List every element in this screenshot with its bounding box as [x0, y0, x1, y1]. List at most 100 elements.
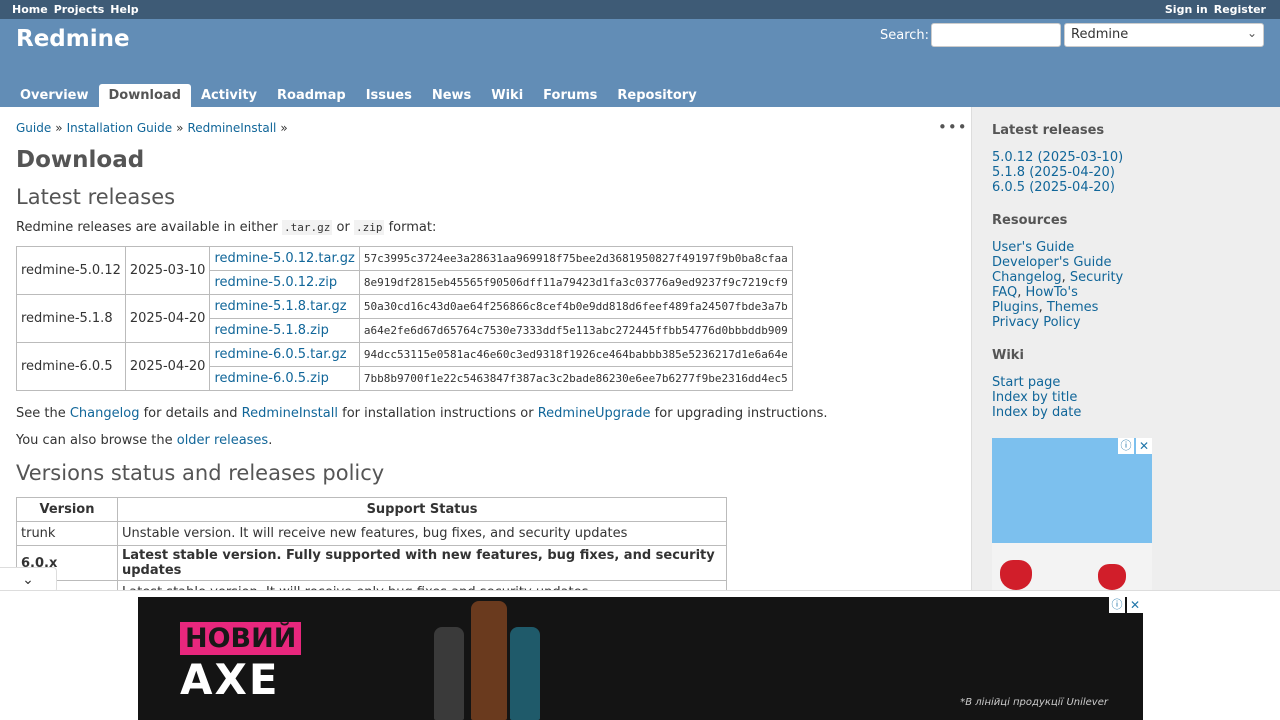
- project-select[interactable]: Redmine ⌄: [1064, 23, 1264, 47]
- column-header: Support Status: [117, 497, 727, 522]
- breadcrumb-separator: »: [55, 121, 63, 135]
- sidebar-wiki-link[interactable]: Index by date: [992, 405, 1081, 420]
- tab-issues[interactable]: Issues: [356, 84, 422, 107]
- search-label: Search:: [880, 28, 930, 43]
- release-file-link[interactable]: redmine-6.0.5.tar.gz: [214, 347, 346, 362]
- release-date: 2025-04-20: [124, 294, 211, 343]
- release-file-cell: redmine-6.0.5.tar.gz: [209, 342, 360, 367]
- sidebar-resource-link[interactable]: Changelog: [992, 270, 1062, 285]
- search-input[interactable]: [931, 23, 1061, 47]
- sidebar-ad[interactable]: ⓘ ✕: [992, 438, 1152, 598]
- ad-info-icon[interactable]: ⓘ: [1109, 597, 1125, 613]
- release-version: redmine-5.0.12: [16, 246, 126, 295]
- sidebar-resource-item: Developer's Guide: [992, 255, 1260, 270]
- ad-close-icon[interactable]: ✕: [1136, 438, 1152, 454]
- sidebar-resource-item: Privacy Policy: [992, 315, 1260, 330]
- older-releases-link[interactable]: older releases: [177, 433, 268, 448]
- tab-forums[interactable]: Forums: [533, 84, 607, 107]
- table-row: redmine-5.0.12 2025-03-10 redmine-5.0.12.t…: [16, 246, 793, 295]
- sidebar-resource-link[interactable]: FAQ: [992, 285, 1017, 300]
- sidebar-release-link[interactable]: 5.1.8 (2025-04-20): [992, 165, 1115, 180]
- tab-activity[interactable]: Activity: [191, 84, 267, 107]
- ad-info-icon[interactable]: ⓘ: [1118, 438, 1134, 454]
- tab-repository[interactable]: Repository: [607, 84, 706, 107]
- intro-post: format:: [384, 220, 437, 235]
- code-zip: .zip: [353, 220, 385, 235]
- strawberry-image: [1098, 564, 1126, 590]
- policy-status: Latest stable version. Fully supported w…: [117, 545, 727, 581]
- release-hash: 50a30cd16c43d0ae64f256866c8cef4b0e9dd818…: [358, 294, 793, 319]
- sidebar-wiki-link[interactable]: Start page: [992, 375, 1060, 390]
- release-file-cell: redmine-5.1.8.zip: [209, 318, 360, 343]
- sidebar-wiki-item: Start page: [992, 375, 1260, 390]
- sidebar-wiki-link[interactable]: Index by title: [992, 390, 1077, 405]
- sidebar-wiki-item: Index by date: [992, 405, 1260, 420]
- see-line: See the Changelog for details and Redmin…: [16, 405, 956, 422]
- release-file-link[interactable]: redmine-5.1.8.zip: [214, 323, 328, 338]
- code-tgz: .tar.gz: [282, 220, 333, 235]
- top-menu-projects[interactable]: Projects: [54, 3, 105, 16]
- sidebar-resource-link[interactable]: Themes: [1047, 300, 1099, 315]
- tab-overview[interactable]: Overview: [10, 84, 99, 107]
- sidebar-resource-link[interactable]: Developer's Guide: [992, 255, 1112, 270]
- ad-close-icon[interactable]: ✕: [1127, 597, 1143, 613]
- policy-status: Unstable version. It will receive new fe…: [117, 521, 727, 546]
- release-version: redmine-6.0.5: [16, 342, 126, 391]
- release-file-cell: redmine-5.0.12.zip: [209, 270, 360, 295]
- redmineinstall-link[interactable]: RedmineInstall: [242, 406, 338, 421]
- breadcrumb-separator: »: [280, 121, 288, 135]
- top-menu-sign-in[interactable]: Sign in: [1165, 3, 1208, 16]
- chevron-down-icon: ⌄: [22, 572, 34, 588]
- sidebar-latest-item: 6.0.5 (2025-04-20): [992, 180, 1260, 195]
- intro-text: Redmine releases are available in either…: [16, 219, 956, 236]
- breadcrumb-link[interactable]: Installation Guide: [67, 121, 173, 135]
- sidebar-release-link[interactable]: 5.0.12 (2025-03-10): [992, 150, 1123, 165]
- tab-roadmap[interactable]: Roadmap: [267, 84, 356, 107]
- table-header-row: Version Support Status: [16, 497, 727, 522]
- top-menu: Home Projects Help Sign in Register: [0, 0, 1280, 19]
- release-file-link[interactable]: redmine-6.0.5.zip: [214, 371, 328, 386]
- top-menu-help[interactable]: Help: [110, 3, 138, 16]
- release-file-cell: redmine-5.0.12.tar.gz: [209, 246, 360, 271]
- table-row: 6.0.x Latest stable version. Fully suppor…: [16, 545, 727, 581]
- top-menu-home[interactable]: Home: [12, 3, 48, 16]
- tab-download[interactable]: Download: [98, 84, 191, 107]
- sidebar-resource-link[interactable]: HowTo's: [1025, 285, 1077, 300]
- sidebar-resource-link[interactable]: Privacy Policy: [992, 315, 1081, 330]
- intro-pre: Redmine releases are available in either: [16, 220, 283, 235]
- top-menu-left: Home Projects Help: [12, 3, 145, 16]
- breadcrumb-link[interactable]: Guide: [16, 121, 51, 135]
- sidebar-resource-link[interactable]: Plugins: [992, 300, 1039, 315]
- policy-version: trunk: [16, 521, 118, 546]
- release-file-link[interactable]: redmine-5.0.12.zip: [214, 275, 337, 290]
- column-header: Version: [16, 497, 118, 522]
- deodorant-can-image: [434, 627, 464, 720]
- release-file-link[interactable]: redmine-5.1.8.tar.gz: [214, 299, 346, 314]
- more-actions-icon[interactable]: •••: [938, 118, 968, 136]
- main-menu: Overview Download Activity Roadmap Issues New…: [10, 84, 707, 107]
- sidebar-resource-item: User's Guide: [992, 240, 1260, 255]
- release-date: 2025-03-10: [124, 246, 211, 295]
- see-text-2: for details and: [139, 406, 242, 421]
- site-title[interactable]: Redmine: [16, 26, 130, 52]
- sidebar-resource-link[interactable]: Security: [1070, 270, 1123, 285]
- release-hash: 94dcc53115e0581ac46e60c3ed9318f1926ce464…: [358, 342, 793, 367]
- sidebar-resource-link[interactable]: User's Guide: [992, 240, 1074, 255]
- tab-news[interactable]: News: [422, 84, 481, 107]
- browse-text-2: .: [268, 433, 273, 448]
- bottom-ad[interactable]: НОВИЙ AXE *В лінійці продукції Unilever …: [138, 597, 1143, 720]
- changelog-link[interactable]: Changelog: [70, 406, 140, 421]
- breadcrumb-link[interactable]: RedmineInstall: [187, 121, 276, 135]
- tab-wiki[interactable]: Wiki: [481, 84, 533, 107]
- release-file-link[interactable]: redmine-5.0.12.tar.gz: [214, 251, 354, 266]
- deodorant-can-image: [510, 627, 540, 720]
- sidebar-release-link[interactable]: 6.0.5 (2025-04-20): [992, 180, 1115, 195]
- top-menu-register[interactable]: Register: [1214, 3, 1266, 16]
- browse-text-1: You can also browse the: [16, 433, 177, 448]
- sidebar-wiki-list: Start page Index by title Index by date: [992, 375, 1260, 420]
- sidebar-wiki-item: Index by title: [992, 390, 1260, 405]
- redmineupgrade-link[interactable]: RedmineUpgrade: [538, 406, 651, 421]
- sidebar: Latest releases 5.0.12 (2025-03-10) 5.1.8…: [971, 107, 1280, 598]
- page-title: Download: [16, 147, 145, 173]
- sidebar-resources-heading: Resources: [992, 213, 1068, 228]
